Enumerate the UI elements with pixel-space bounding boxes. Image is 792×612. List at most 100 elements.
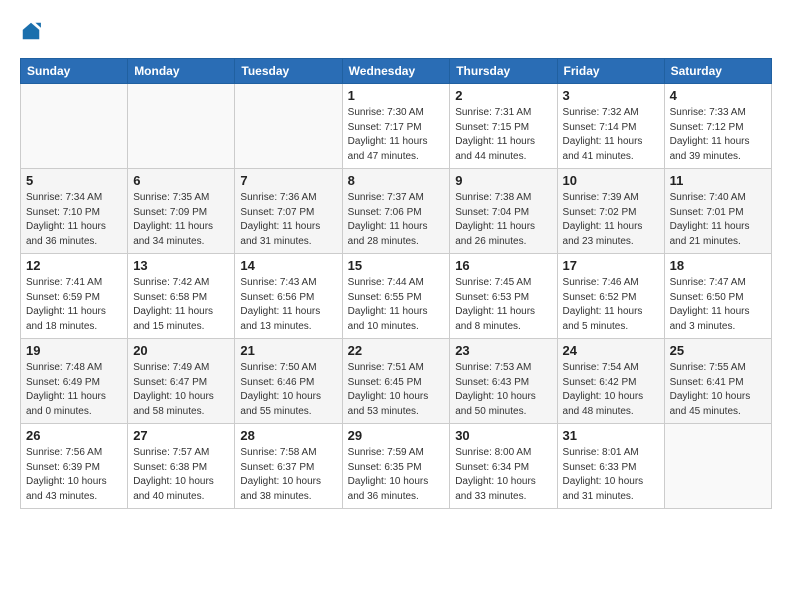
day-info: Sunrise: 7:46 AMSunset: 6:52 PMDaylight:… bbox=[563, 276, 659, 334]
day-number: 22 bbox=[348, 343, 445, 358]
header bbox=[20, 20, 772, 42]
calendar-cell: 17 Sunrise: 7:46 AMSunset: 6:52 PMDayligh… bbox=[557, 254, 664, 339]
calendar-cell: 1 Sunrise: 7:30 AMSunset: 7:17 PMDaylight… bbox=[342, 84, 450, 169]
day-info: Sunrise: 7:53 AMSunset: 6:43 PMDaylight:… bbox=[455, 361, 551, 419]
day-number: 20 bbox=[133, 343, 229, 358]
day-info: Sunrise: 7:54 AMSunset: 6:42 PMDaylight:… bbox=[563, 361, 659, 419]
day-info: Sunrise: 8:00 AMSunset: 6:34 PMDaylight:… bbox=[455, 446, 551, 504]
calendar-cell: 24 Sunrise: 7:54 AMSunset: 6:42 PMDayligh… bbox=[557, 339, 664, 424]
day-number: 9 bbox=[455, 173, 551, 188]
day-number: 19 bbox=[26, 343, 122, 358]
day-number: 27 bbox=[133, 428, 229, 443]
calendar-cell: 14Sunrise: 7:43 AMSunset: 6:56 PMDayligh… bbox=[235, 254, 342, 339]
calendar-cell: 15 Sunrise: 7:44 AMSunset: 6:55 PMDayligh… bbox=[342, 254, 450, 339]
calendar-cell: 30 Sunrise: 8:00 AMSunset: 6:34 PMDayligh… bbox=[450, 424, 557, 509]
calendar-cell: 21 Sunrise: 7:50 AMSunset: 6:46 PMDayligh… bbox=[235, 339, 342, 424]
week-row: 1 Sunrise: 7:30 AMSunset: 7:17 PMDaylight… bbox=[21, 84, 772, 169]
weekday-header-saturday: Saturday bbox=[664, 59, 771, 84]
weekday-header-wednesday: Wednesday bbox=[342, 59, 450, 84]
day-number: 4 bbox=[670, 88, 766, 103]
page: SundayMondayTuesdayWednesdayThursdayFrid… bbox=[0, 0, 792, 519]
calendar-cell: 25 Sunrise: 7:55 AMSunset: 6:41 PMDayligh… bbox=[664, 339, 771, 424]
day-info: Sunrise: 7:56 AMSunset: 6:39 PMDaylight:… bbox=[26, 446, 122, 504]
day-number: 6 bbox=[133, 173, 229, 188]
week-row: 26 Sunrise: 7:56 AMSunset: 6:39 PMDayligh… bbox=[21, 424, 772, 509]
day-number: 17 bbox=[563, 258, 659, 273]
calendar-cell: 31Sunrise: 8:01 AMSunset: 6:33 PMDayligh… bbox=[557, 424, 664, 509]
day-info: Sunrise: 7:49 AMSunset: 6:47 PMDaylight:… bbox=[133, 361, 229, 419]
calendar-cell: 3Sunrise: 7:32 AMSunset: 7:14 PMDaylight… bbox=[557, 84, 664, 169]
day-number: 11 bbox=[670, 173, 766, 188]
weekday-header-monday: Monday bbox=[128, 59, 235, 84]
day-number: 28 bbox=[240, 428, 336, 443]
day-number: 5 bbox=[26, 173, 122, 188]
day-info: Sunrise: 7:51 AMSunset: 6:45 PMDaylight:… bbox=[348, 361, 445, 419]
day-number: 18 bbox=[670, 258, 766, 273]
day-info: Sunrise: 7:40 AMSunset: 7:01 PMDaylight:… bbox=[670, 191, 766, 249]
day-info: Sunrise: 7:38 AMSunset: 7:04 PMDaylight:… bbox=[455, 191, 551, 249]
day-info: Sunrise: 7:36 AMSunset: 7:07 PMDaylight:… bbox=[240, 191, 336, 249]
day-number: 23 bbox=[455, 343, 551, 358]
logo bbox=[20, 20, 46, 42]
day-number: 2 bbox=[455, 88, 551, 103]
day-info: Sunrise: 7:34 AMSunset: 7:10 PMDaylight:… bbox=[26, 191, 122, 249]
day-number: 12 bbox=[26, 258, 122, 273]
calendar-cell: 29Sunrise: 7:59 AMSunset: 6:35 PMDayligh… bbox=[342, 424, 450, 509]
day-info: Sunrise: 7:33 AMSunset: 7:12 PMDaylight:… bbox=[670, 106, 766, 164]
calendar-cell: 19 Sunrise: 7:48 AMSunset: 6:49 PMDayligh… bbox=[21, 339, 128, 424]
week-row: 12 Sunrise: 7:41 AMSunset: 6:59 PMDayligh… bbox=[21, 254, 772, 339]
calendar-cell: 20 Sunrise: 7:49 AMSunset: 6:47 PMDayligh… bbox=[128, 339, 235, 424]
day-info: Sunrise: 7:30 AMSunset: 7:17 PMDaylight:… bbox=[348, 106, 445, 164]
day-info: Sunrise: 7:50 AMSunset: 6:46 PMDaylight:… bbox=[240, 361, 336, 419]
day-info: Sunrise: 7:39 AMSunset: 7:02 PMDaylight:… bbox=[563, 191, 659, 249]
day-number: 3 bbox=[563, 88, 659, 103]
calendar-cell bbox=[128, 84, 235, 169]
weekday-header-row: SundayMondayTuesdayWednesdayThursdayFrid… bbox=[21, 59, 772, 84]
day-number: 1 bbox=[348, 88, 445, 103]
day-number: 13 bbox=[133, 258, 229, 273]
calendar-cell: 5 Sunrise: 7:34 AMSunset: 7:10 PMDaylight… bbox=[21, 169, 128, 254]
day-number: 10 bbox=[563, 173, 659, 188]
day-number: 8 bbox=[348, 173, 445, 188]
weekday-header-tuesday: Tuesday bbox=[235, 59, 342, 84]
logo-icon bbox=[20, 20, 42, 42]
calendar-cell: 22 Sunrise: 7:51 AMSunset: 6:45 PMDayligh… bbox=[342, 339, 450, 424]
calendar-cell: 6Sunrise: 7:35 AMSunset: 7:09 PMDaylight… bbox=[128, 169, 235, 254]
calendar-cell: 4 Sunrise: 7:33 AMSunset: 7:12 PMDaylight… bbox=[664, 84, 771, 169]
day-info: Sunrise: 7:57 AMSunset: 6:38 PMDaylight:… bbox=[133, 446, 229, 504]
week-row: 5 Sunrise: 7:34 AMSunset: 7:10 PMDaylight… bbox=[21, 169, 772, 254]
day-info: Sunrise: 7:41 AMSunset: 6:59 PMDaylight:… bbox=[26, 276, 122, 334]
day-info: Sunrise: 8:01 AMSunset: 6:33 PMDaylight:… bbox=[563, 446, 659, 504]
day-info: Sunrise: 7:48 AMSunset: 6:49 PMDaylight:… bbox=[26, 361, 122, 419]
day-info: Sunrise: 7:44 AMSunset: 6:55 PMDaylight:… bbox=[348, 276, 445, 334]
day-info: Sunrise: 7:45 AMSunset: 6:53 PMDaylight:… bbox=[455, 276, 551, 334]
calendar-cell bbox=[235, 84, 342, 169]
calendar-cell: 8 Sunrise: 7:37 AMSunset: 7:06 PMDaylight… bbox=[342, 169, 450, 254]
day-number: 25 bbox=[670, 343, 766, 358]
calendar-cell: 16 Sunrise: 7:45 AMSunset: 6:53 PMDayligh… bbox=[450, 254, 557, 339]
day-info: Sunrise: 7:37 AMSunset: 7:06 PMDaylight:… bbox=[348, 191, 445, 249]
day-number: 24 bbox=[563, 343, 659, 358]
weekday-header-friday: Friday bbox=[557, 59, 664, 84]
day-number: 30 bbox=[455, 428, 551, 443]
day-info: Sunrise: 7:31 AMSunset: 7:15 PMDaylight:… bbox=[455, 106, 551, 164]
day-number: 16 bbox=[455, 258, 551, 273]
calendar-cell: 26 Sunrise: 7:56 AMSunset: 6:39 PMDayligh… bbox=[21, 424, 128, 509]
calendar-cell: 2 Sunrise: 7:31 AMSunset: 7:15 PMDaylight… bbox=[450, 84, 557, 169]
day-number: 15 bbox=[348, 258, 445, 273]
day-number: 7 bbox=[240, 173, 336, 188]
calendar-cell bbox=[664, 424, 771, 509]
calendar-cell: 12 Sunrise: 7:41 AMSunset: 6:59 PMDayligh… bbox=[21, 254, 128, 339]
calendar-cell: 7 Sunrise: 7:36 AMSunset: 7:07 PMDaylight… bbox=[235, 169, 342, 254]
calendar-cell: 9 Sunrise: 7:38 AMSunset: 7:04 PMDaylight… bbox=[450, 169, 557, 254]
day-info: Sunrise: 7:55 AMSunset: 6:41 PMDaylight:… bbox=[670, 361, 766, 419]
day-info: Sunrise: 7:47 AMSunset: 6:50 PMDaylight:… bbox=[670, 276, 766, 334]
day-number: 21 bbox=[240, 343, 336, 358]
calendar-cell: 13 Sunrise: 7:42 AMSunset: 6:58 PMDayligh… bbox=[128, 254, 235, 339]
calendar-cell: 27 Sunrise: 7:57 AMSunset: 6:38 PMDayligh… bbox=[128, 424, 235, 509]
calendar-cell: 28Sunrise: 7:58 AMSunset: 6:37 PMDayligh… bbox=[235, 424, 342, 509]
day-info: Sunrise: 7:42 AMSunset: 6:58 PMDaylight:… bbox=[133, 276, 229, 334]
calendar: SundayMondayTuesdayWednesdayThursdayFrid… bbox=[20, 58, 772, 509]
calendar-cell: 18 Sunrise: 7:47 AMSunset: 6:50 PMDayligh… bbox=[664, 254, 771, 339]
day-number: 26 bbox=[26, 428, 122, 443]
